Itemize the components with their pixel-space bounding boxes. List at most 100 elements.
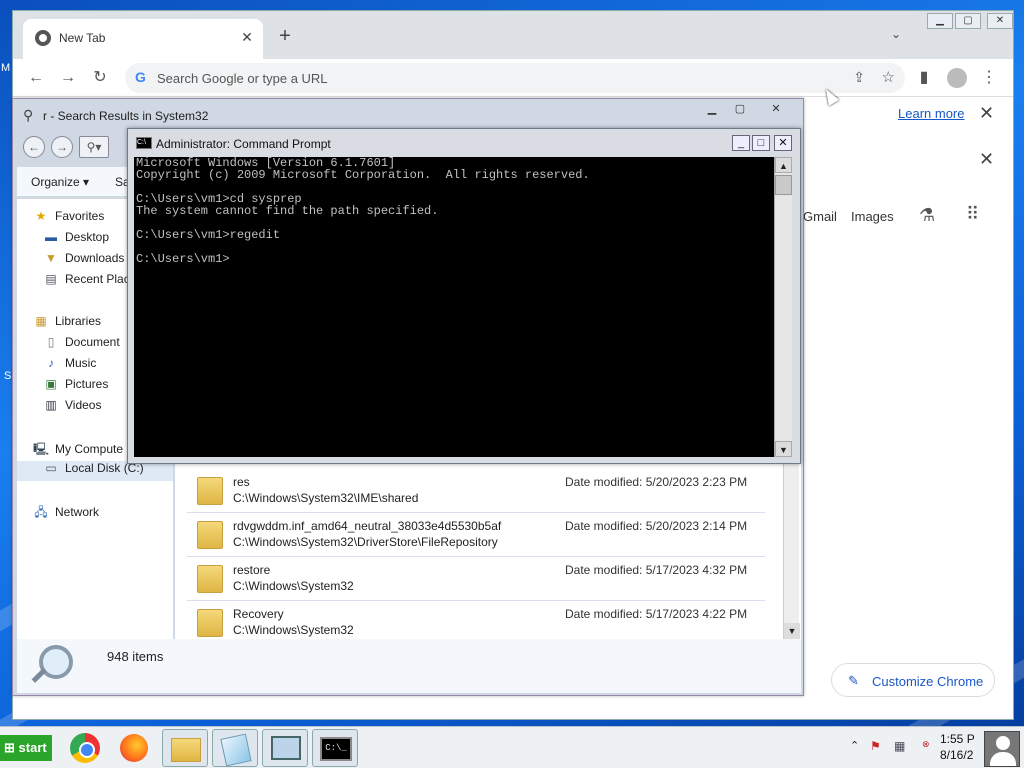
omnibox-placeholder: Search Google or type a URL bbox=[157, 71, 328, 86]
network-computer-icon bbox=[271, 736, 301, 760]
console-output[interactable]: Microsoft Windows [Version 6.1.7601] Copy… bbox=[134, 157, 774, 457]
images-link[interactable]: Images bbox=[851, 209, 894, 224]
firefox-icon bbox=[120, 734, 148, 762]
chrome-menu-icon[interactable]: ⋮ bbox=[981, 67, 997, 87]
maximize-icon[interactable]: ▢ bbox=[955, 13, 981, 29]
nav-recent-places[interactable]: ▤ Recent Plac bbox=[43, 272, 129, 292]
music-icon: ♪ bbox=[48, 356, 54, 370]
labs-flask-icon[interactable]: ⚗ bbox=[919, 205, 935, 226]
item-path: C:\Windows\System32\DriverStore\FileRepo… bbox=[233, 535, 498, 549]
google-g-icon: G bbox=[135, 69, 146, 85]
minimize-icon[interactable]: ▁ bbox=[927, 13, 953, 29]
action-center-icon[interactable]: ⚑ bbox=[870, 739, 886, 755]
taskbar-notepad[interactable] bbox=[212, 729, 258, 767]
share-icon[interactable]: ⇪ bbox=[853, 69, 865, 86]
network-icon: 🖧 bbox=[34, 505, 48, 519]
list-item[interactable]: restore C:\Windows\System32 Date modifie… bbox=[187, 557, 765, 601]
windows-logo-icon: ⊞ bbox=[4, 740, 15, 755]
gmail-link[interactable]: Gmail bbox=[803, 209, 837, 224]
disk-icon: ▭ bbox=[45, 461, 57, 475]
clock[interactable]: 1:55 P 8/16/2 bbox=[940, 731, 975, 763]
google-apps-icon[interactable]: ⠿ bbox=[966, 204, 979, 225]
side-panel-icon[interactable]: ▮ bbox=[913, 67, 935, 89]
scroll-thumb[interactable] bbox=[775, 175, 792, 195]
profile-avatar-icon[interactable] bbox=[947, 68, 967, 88]
command-prompt-window[interactable]: C:\ Administrator: Command Prompt _ □ ✕ … bbox=[127, 128, 801, 464]
explorer-nav-buttons: ← → ⚲▾ bbox=[17, 133, 137, 163]
nav-computer[interactable]: 🖳 My Compute bbox=[33, 440, 123, 460]
console-scrollbar[interactable]: ▲ ▼ bbox=[774, 157, 792, 457]
console-line: The system cannot find the path specifie… bbox=[136, 204, 439, 218]
folder-icon bbox=[197, 565, 223, 593]
taskbar-explorer[interactable] bbox=[162, 729, 208, 767]
scroll-down-icon[interactable]: ▼ bbox=[775, 441, 792, 457]
scroll-down-icon[interactable]: ▼ bbox=[784, 623, 800, 639]
close-icon[interactable]: ✕ bbox=[979, 103, 994, 124]
folder-icon bbox=[197, 609, 223, 637]
nav-desktop[interactable]: ▬ Desktop bbox=[43, 230, 109, 250]
nav-pictures[interactable]: ▣ Pictures bbox=[43, 377, 108, 397]
taskbar-network[interactable] bbox=[262, 729, 308, 767]
item-name: restore bbox=[233, 563, 271, 577]
list-item[interactable]: rdvgwddm.inf_amd64_neutral_38033e4d5530b… bbox=[187, 513, 765, 557]
nav-libraries[interactable]: ▦ Libraries bbox=[33, 314, 101, 334]
close-window-icon[interactable]: ✕ bbox=[774, 135, 792, 151]
search-icon: ⚲ bbox=[23, 107, 34, 123]
reload-icon[interactable]: ↻ bbox=[89, 67, 111, 89]
pictures-icon: ▣ bbox=[45, 377, 57, 391]
nav-network[interactable]: 🖧 Network bbox=[33, 503, 99, 523]
show-hidden-icons-icon[interactable]: ⌃ bbox=[850, 739, 859, 752]
start-button[interactable]: ⊞ start bbox=[0, 735, 52, 761]
volume-muted-icon[interactable]: ⊗ bbox=[922, 739, 938, 755]
taskbar-chrome[interactable] bbox=[62, 729, 108, 767]
new-tab-button[interactable]: + bbox=[273, 25, 297, 49]
tab-close-icon[interactable]: ✕ bbox=[237, 27, 257, 47]
folder-icon bbox=[171, 738, 201, 762]
nav-documents[interactable]: ▯ Document bbox=[43, 335, 120, 355]
close-window-icon[interactable]: ✕ bbox=[987, 13, 1013, 29]
bookmark-star-icon[interactable]: ☆ bbox=[882, 68, 895, 86]
cmd-icon: C:\_ bbox=[320, 737, 352, 761]
taskbar-cmd[interactable]: C:\_ bbox=[312, 729, 358, 767]
desktop-icon-label: M bbox=[1, 62, 11, 74]
item-path: C:\Windows\System32 bbox=[233, 579, 354, 593]
back-icon[interactable]: ← bbox=[23, 136, 45, 158]
learn-more-link[interactable]: Learn more bbox=[898, 106, 964, 121]
customize-chrome-button[interactable]: ✎ Customize Chrome bbox=[831, 663, 995, 697]
item-path: C:\Windows\System32 bbox=[233, 623, 354, 637]
network-status-icon[interactable]: ▦ bbox=[894, 739, 910, 755]
folder-icon bbox=[197, 521, 223, 549]
back-icon[interactable]: ← bbox=[25, 67, 47, 89]
forward-icon[interactable]: → bbox=[51, 136, 73, 158]
libraries-icon: ▦ bbox=[35, 314, 47, 328]
user-avatar-icon[interactable] bbox=[984, 731, 1020, 767]
search-dropdown-icon[interactable]: ⚲▾ bbox=[79, 136, 109, 158]
nav-favorites[interactable]: ★ Favorites bbox=[33, 209, 105, 229]
nav-videos[interactable]: ▥ Videos bbox=[43, 398, 101, 418]
close-icon[interactable]: ✕ bbox=[979, 149, 994, 170]
cmd-app-icon: C:\ bbox=[136, 137, 152, 149]
customize-chrome-label: Customize Chrome bbox=[872, 674, 984, 689]
maximize-icon[interactable]: □ bbox=[752, 135, 770, 151]
organize-button[interactable]: Organize ▾ bbox=[31, 175, 89, 189]
system-tray: ⌃ ⚑ ▦ ⊗ 1:55 P 8/16/2 bbox=[846, 727, 1024, 768]
close-window-icon[interactable]: ✕ bbox=[763, 102, 789, 118]
nav-music[interactable]: ♪ Music bbox=[43, 356, 96, 376]
list-item[interactable]: res C:\Windows\System32\IME\shared Date … bbox=[187, 469, 765, 513]
taskbar-firefox[interactable] bbox=[112, 729, 158, 767]
tab-new-tab[interactable]: New Tab ✕ bbox=[23, 19, 263, 59]
omnibox[interactable]: G Search Google or type a URL ⇪ ☆ bbox=[125, 63, 905, 93]
cmd-titlebar[interactable]: C:\ Administrator: Command Prompt _ □ ✕ bbox=[128, 129, 800, 155]
maximize-icon[interactable]: ▢ bbox=[727, 102, 753, 118]
nav-downloads[interactable]: ▼ Downloads bbox=[43, 251, 124, 271]
item-name: res bbox=[233, 475, 250, 489]
nav-local-disk[interactable]: ▭ Local Disk (C:) bbox=[17, 461, 173, 481]
minimize-icon[interactable]: _ bbox=[732, 135, 750, 151]
scroll-up-icon[interactable]: ▲ bbox=[775, 157, 792, 173]
forward-icon[interactable]: → bbox=[57, 67, 79, 89]
item-date: Date modified: 5/17/2023 4:32 PM bbox=[565, 563, 748, 577]
tab-search-icon[interactable]: ⌄ bbox=[891, 27, 901, 41]
minimize-icon[interactable]: ▁ bbox=[699, 102, 725, 118]
folder-icon bbox=[197, 477, 223, 505]
